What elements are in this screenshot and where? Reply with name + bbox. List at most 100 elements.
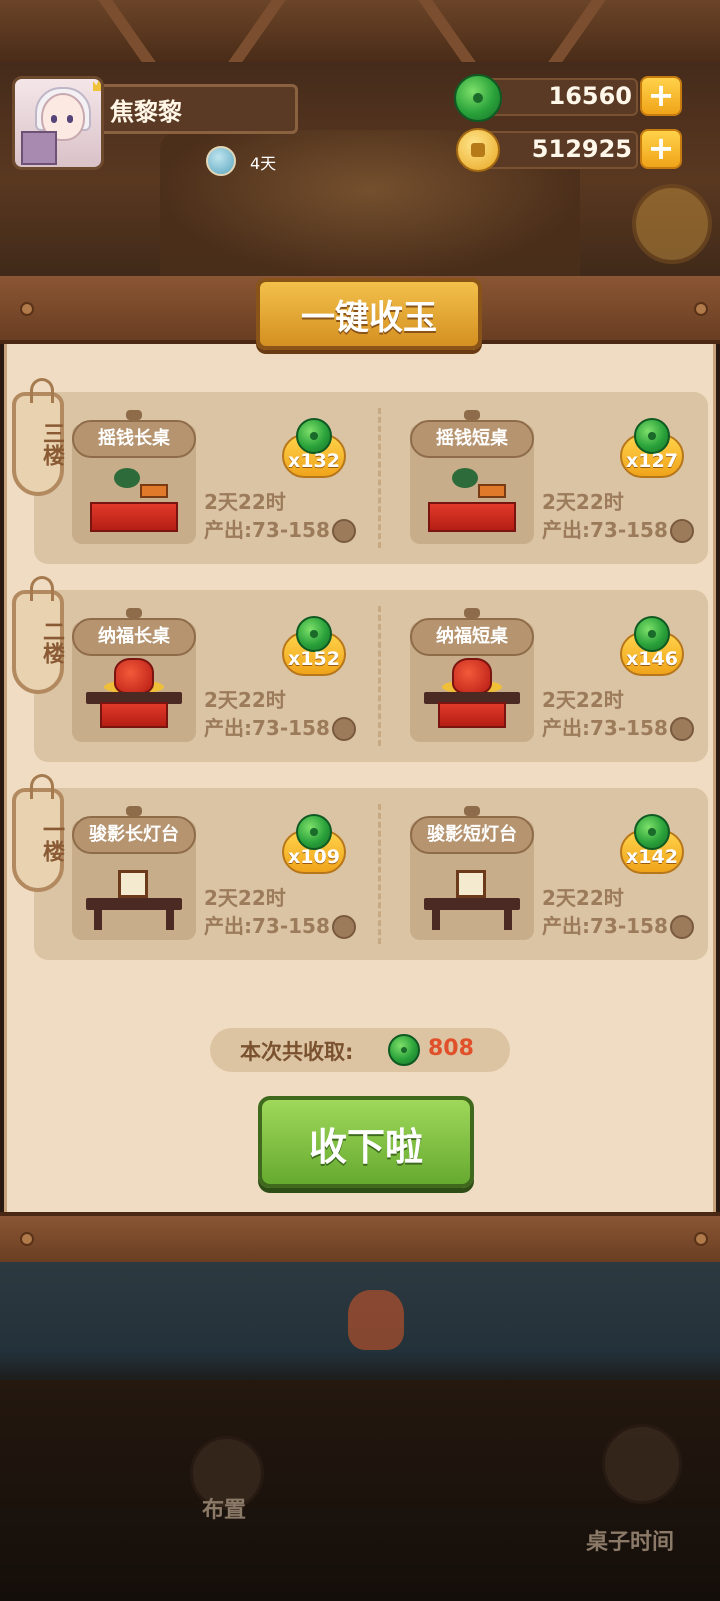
jade-icon <box>296 418 332 454</box>
label-hook <box>126 806 142 816</box>
remaining-time: 2天22时 <box>204 490 286 514</box>
output-range: 产出:73-158 <box>542 518 668 542</box>
label-hook <box>126 608 142 618</box>
avatar-gift-box <box>21 131 57 165</box>
coin-icon <box>332 717 356 741</box>
item-name: 纳福短桌 <box>436 626 508 647</box>
nail-decoration <box>694 302 708 316</box>
collect-button-label: 收下啦 <box>308 1125 423 1169</box>
output-range: 产出:73-158 <box>542 716 668 740</box>
globe-icon <box>206 146 236 176</box>
total-collected-label: 本次共收取: <box>240 1040 354 1064</box>
nail-decoration <box>20 302 34 316</box>
fox-character <box>348 1290 404 1350</box>
add-coin-button[interactable]: + <box>640 129 682 169</box>
jade-count: x127 <box>626 450 678 472</box>
jade-icon <box>634 814 670 850</box>
avatar-eye <box>67 115 73 123</box>
jade-count-badge: x132 <box>282 418 346 478</box>
red-table <box>90 502 178 532</box>
nail-decoration <box>694 1232 708 1246</box>
item-name: 骏影短灯台 <box>427 824 517 845</box>
layout-label: 布置 <box>202 1498 247 1523</box>
player-name: 焦黎黎 <box>110 98 182 126</box>
table-time-label: 桌子时间 <box>586 1530 675 1555</box>
row-divider <box>378 606 381 746</box>
jade-icon <box>634 616 670 652</box>
remaining-time: 2天22时 <box>542 886 624 910</box>
treasure-box <box>140 484 168 498</box>
side-pass-button[interactable] <box>632 184 712 264</box>
jade-icon <box>296 616 332 652</box>
jade-count: x146 <box>626 648 678 670</box>
avatar-eye <box>51 115 57 123</box>
lamp-decoration <box>118 870 148 898</box>
add-jade-button[interactable]: + <box>640 76 682 116</box>
label-hook <box>464 608 480 618</box>
output-range: 产出:73-158 <box>204 518 330 542</box>
jade-count-badge: x109 <box>282 814 346 874</box>
remaining-time: 2天22时 <box>204 886 286 910</box>
jade-count: x109 <box>288 846 340 868</box>
player-avatar[interactable] <box>12 76 104 170</box>
output-range: 产出:73-158 <box>204 716 330 740</box>
floor-label: 一楼 <box>39 818 64 862</box>
tag-hook <box>30 576 54 601</box>
jade-count-badge: x152 <box>282 616 346 676</box>
item-name: 摇钱长桌 <box>98 428 170 449</box>
lamp-decoration <box>456 870 486 898</box>
clock-icon[interactable] <box>602 1424 682 1504</box>
label-hook <box>464 806 480 816</box>
item-name: 骏影长灯台 <box>89 824 179 845</box>
nail-decoration <box>20 1232 34 1246</box>
jade-count: x132 <box>288 450 340 472</box>
item-name: 摇钱短桌 <box>436 428 508 449</box>
table-cloth <box>438 702 506 728</box>
coin-icon <box>332 915 356 939</box>
coin-icon <box>670 915 694 939</box>
panel-title: 一键收玉 <box>301 298 437 338</box>
red-table <box>428 502 516 532</box>
item-name: 纳福长桌 <box>98 626 170 647</box>
coin-icon <box>456 128 500 172</box>
label-hook <box>126 410 142 420</box>
table-leg <box>504 908 512 930</box>
jade-icon <box>296 814 332 850</box>
label-hook <box>464 410 480 420</box>
lucky-bag <box>452 658 492 694</box>
output-range: 产出:73-158 <box>204 914 330 938</box>
jade-count: x152 <box>288 648 340 670</box>
row-divider <box>378 408 381 548</box>
login-days: 4天 <box>250 154 277 173</box>
table-leg <box>94 908 102 930</box>
jade-icon <box>454 74 502 122</box>
coin-balance: 512925 <box>531 135 632 163</box>
lucky-bag <box>114 658 154 694</box>
row-divider <box>378 804 381 944</box>
coin-icon <box>670 717 694 741</box>
jade-balance: 16560 <box>548 82 633 110</box>
treasure-box <box>478 484 506 498</box>
remaining-time: 2天22时 <box>542 688 624 712</box>
remaining-time: 2天22时 <box>204 688 286 712</box>
floor-label: 三楼 <box>39 422 64 466</box>
coin-icon <box>670 519 694 543</box>
table-leg <box>166 908 174 930</box>
jade-icon <box>634 418 670 454</box>
jade-count-badge: x142 <box>620 814 684 874</box>
bonsai-decoration <box>452 468 478 488</box>
jade-count-badge: x146 <box>620 616 684 676</box>
floor-label: 二楼 <box>39 620 64 664</box>
tag-hook <box>30 378 54 403</box>
panel-frame-bottom <box>0 1212 720 1262</box>
bonsai-decoration <box>114 468 140 488</box>
total-collected-value: 808 <box>428 1036 474 1061</box>
remaining-time: 2天22时 <box>542 490 624 514</box>
jade-count: x142 <box>626 846 678 868</box>
tag-hook <box>30 774 54 799</box>
jade-icon <box>388 1034 420 1066</box>
coin-icon <box>332 519 356 543</box>
table-leg <box>432 908 440 930</box>
table-cloth <box>100 702 168 728</box>
output-range: 产出:73-158 <box>542 914 668 938</box>
